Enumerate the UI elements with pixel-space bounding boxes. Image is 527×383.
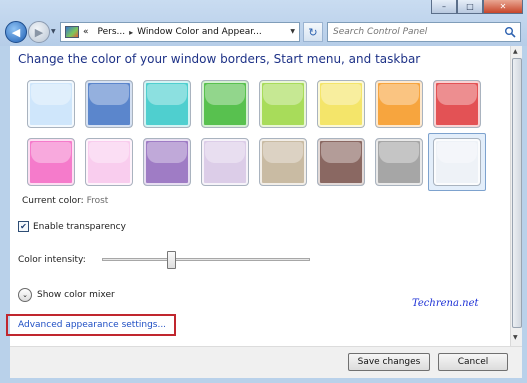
color-swatch-slate[interactable] [375, 138, 423, 186]
checkmark-icon: ✔ [20, 221, 27, 231]
color-swatch-leaf[interactable] [201, 80, 249, 128]
color-intensity-label: Color intensity: [18, 255, 86, 265]
minimize-button[interactable]: – [431, 0, 457, 14]
breadcrumb-personalization[interactable]: Pers... [98, 27, 126, 37]
title-bar: – □ ✕ ◀ ▶ ▼ « Pers... ▸ Window Color and… [0, 0, 527, 46]
color-swatch-frost[interactable] [433, 138, 481, 186]
advanced-appearance-settings-link[interactable]: Advanced appearance settings... [18, 320, 166, 330]
save-changes-button[interactable]: Save changes [348, 353, 430, 371]
enable-transparency-checkbox[interactable]: ✔ [18, 221, 29, 232]
control-panel-icon [65, 26, 79, 38]
expand-chevron-icon[interactable]: ⌄ [18, 288, 32, 302]
current-color-label: Current color: [22, 196, 84, 206]
enable-transparency-option[interactable]: ✔ Enable transparency [18, 221, 126, 232]
enable-transparency-label[interactable]: Enable transparency [33, 222, 126, 232]
close-button[interactable]: ✕ [483, 0, 523, 14]
refresh-icon: ↻ [308, 25, 318, 39]
color-swatch-sun[interactable] [317, 80, 365, 128]
color-swatch-pumpkin[interactable] [375, 80, 423, 128]
color-swatch-chocolate[interactable] [317, 138, 365, 186]
search-input[interactable] [333, 27, 498, 37]
dialog-footer: Save changes Cancel [10, 346, 522, 378]
address-dropdown-icon[interactable]: ▼ [290, 28, 295, 35]
color-swatch-taupe[interactable] [259, 138, 307, 186]
color-swatch-lime[interactable] [259, 80, 307, 128]
breadcrumb-window-color[interactable]: Window Color and Appear... [137, 27, 262, 37]
show-color-mixer-label[interactable]: Show color mixer [37, 290, 115, 300]
color-swatch-violet[interactable] [143, 138, 191, 186]
back-arrow-icon: ◀ [11, 25, 21, 39]
color-intensity-slider-track[interactable] [102, 258, 310, 261]
color-swatch-sea[interactable] [143, 80, 191, 128]
watermark: Techrena.net [412, 298, 479, 309]
window-controls: – □ ✕ [431, 0, 523, 14]
color-swatch-fuchsia[interactable] [27, 138, 75, 186]
vertical-scrollbar[interactable]: ▲ ▼ [510, 46, 522, 346]
scroll-down-icon[interactable]: ▼ [513, 334, 518, 341]
forward-button[interactable]: ▶ [28, 21, 50, 43]
breadcrumb-chevron-icon[interactable]: ▸ [129, 28, 133, 37]
current-color-readout: Current color: Frost [22, 196, 108, 206]
search-icon[interactable] [504, 26, 516, 38]
search-box[interactable] [327, 22, 521, 42]
color-swatch-twilight[interactable] [85, 80, 133, 128]
content-pane: Change the color of your window borders,… [6, 46, 510, 346]
refresh-button[interactable]: ↻ [303, 22, 323, 42]
recent-pages-dropdown-icon[interactable]: ▼ [51, 28, 56, 35]
forward-arrow-icon: ▶ [34, 25, 44, 39]
color-swatch-lavender[interactable] [201, 138, 249, 186]
scrollbar-thumb[interactable] [512, 58, 522, 328]
address-bar[interactable]: « Pers... ▸ Window Color and Appear... ▼ [60, 22, 300, 42]
cancel-button[interactable]: Cancel [438, 353, 508, 371]
color-swatch-ruby[interactable] [433, 80, 481, 128]
address-overflow[interactable]: « [83, 27, 89, 37]
color-swatch-blush[interactable] [85, 138, 133, 186]
scroll-up-icon[interactable]: ▲ [513, 48, 518, 55]
maximize-button[interactable]: □ [457, 0, 483, 14]
back-button[interactable]: ◀ [5, 21, 27, 43]
page-title: Change the color of your window borders,… [18, 52, 421, 66]
color-swatch-sky[interactable] [27, 80, 75, 128]
color-intensity-slider-thumb[interactable] [166, 251, 176, 269]
current-color-value: Frost [86, 196, 109, 206]
show-color-mixer-toggle[interactable]: ⌄ Show color mixer [18, 288, 115, 302]
